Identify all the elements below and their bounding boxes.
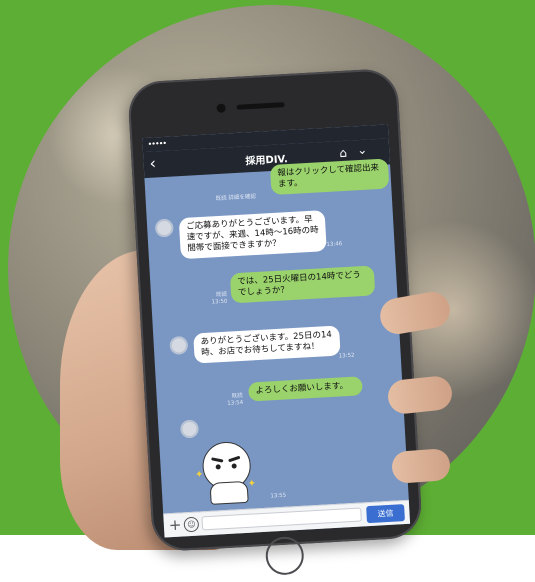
earpiece — [236, 102, 285, 110]
sparkle-icon: ✦ — [194, 469, 204, 481]
outgoing-message[interactable]: では、25日火曜日の14時でどうでしょうか？ — [229, 265, 376, 304]
chat-area[interactable]: 報はクリックして確認出来ます。 既読 詳細を確認 ご応募ありがとうございます。早… — [144, 158, 408, 513]
outgoing-message[interactable]: よろしくお願いします。 — [248, 376, 363, 402]
signal-icon: ••••• — [147, 138, 167, 149]
incoming-message[interactable]: ご応募ありがとうございます。早速ですが、来週、14時〜16時の時間帯で面接できま… — [178, 210, 327, 260]
avatar[interactable] — [169, 335, 189, 355]
home-icon[interactable]: ⌂ — [339, 146, 347, 160]
plus-icon[interactable]: + — [168, 516, 182, 535]
front-camera — [216, 103, 226, 113]
sticker-body — [209, 480, 249, 505]
home-button[interactable] — [264, 535, 305, 576]
smartphone: ••••• ‹ 採用DIV. ⌂ ⌄ 報はクリックして確認出来ます。 既読 詳細… — [127, 67, 423, 576]
emoji-icon[interactable]: ☺ — [183, 516, 200, 533]
chevron-down-icon[interactable]: ⌄ — [357, 143, 368, 158]
message-read-status: 既読 詳細を確認 — [215, 193, 257, 203]
avatar[interactable] — [180, 419, 199, 439]
send-button[interactable]: 送信 — [366, 504, 405, 524]
sparkle-icon: ✦ — [247, 478, 257, 490]
message-timestamp: 13:55 — [270, 492, 287, 500]
finger — [390, 448, 452, 484]
outgoing-message[interactable]: 報はクリックして確認出来ます。 — [269, 158, 390, 196]
message-input[interactable] — [201, 507, 362, 531]
avatar[interactable] — [154, 218, 174, 238]
message-read-status: 既読 13:54 — [227, 392, 244, 407]
sticker[interactable]: ✦ ✦ — [195, 440, 256, 505]
message-read-status: 既読 13:50 — [211, 291, 228, 306]
message-timestamp: 13:52 — [338, 352, 355, 360]
message-timestamp: 13:46 — [326, 241, 343, 249]
incoming-message[interactable]: ありがとうございます。25日の14時、お店でお待ちしてますね！ — [193, 325, 341, 364]
phone-screen: ••••• ‹ 採用DIV. ⌂ ⌄ 報はクリックして確認出来ます。 既読 詳細… — [142, 124, 411, 538]
